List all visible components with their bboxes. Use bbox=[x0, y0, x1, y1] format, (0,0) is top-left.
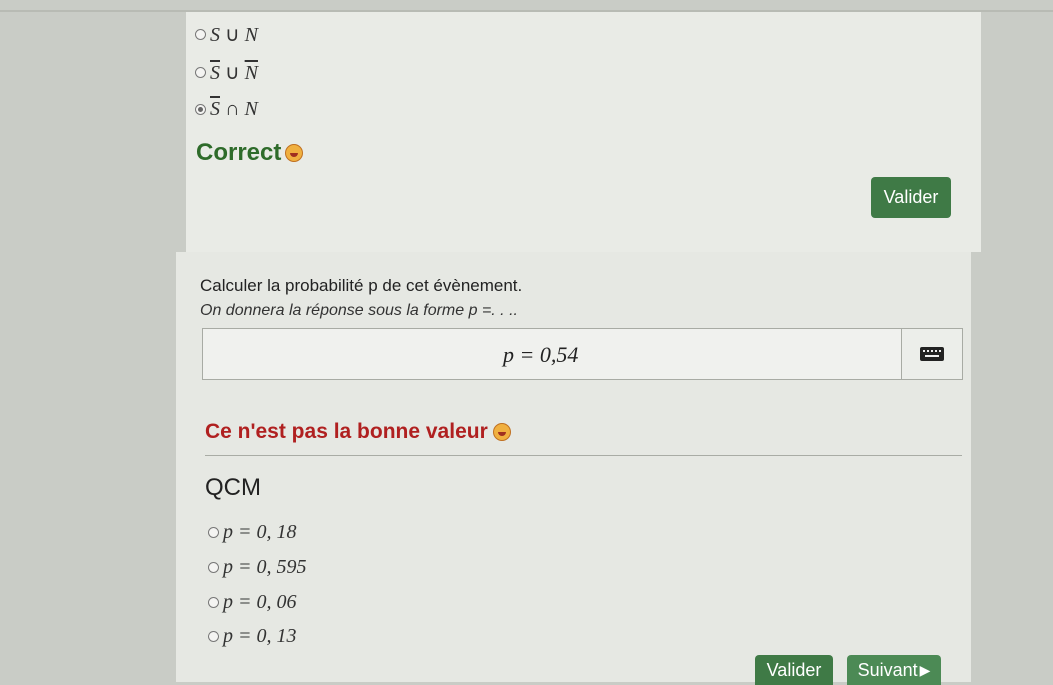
qcm-title: QCM bbox=[205, 474, 261, 501]
radio-button[interactable] bbox=[208, 527, 219, 538]
qcm-option-3[interactable]: p = 0, 06 bbox=[208, 591, 297, 614]
hint-text: On donnera la réponse sous la forme p =.… bbox=[200, 302, 518, 319]
radio-button[interactable] bbox=[195, 67, 206, 78]
radio-button[interactable] bbox=[208, 562, 219, 573]
feedback-correct: Correct bbox=[196, 139, 304, 167]
option-union[interactable]: S ∪ N bbox=[195, 22, 258, 47]
option-label: p = 0, 18 bbox=[223, 521, 297, 543]
radio-button[interactable] bbox=[208, 597, 219, 608]
smiley-icon bbox=[285, 144, 304, 162]
divider bbox=[205, 455, 962, 456]
next-button[interactable]: Suivant ▶ bbox=[847, 655, 941, 685]
qcm-option-2[interactable]: p = 0, 595 bbox=[208, 556, 307, 579]
option-label: p = 0, 13 bbox=[223, 625, 297, 647]
smiley-icon bbox=[492, 423, 511, 441]
qcm-option-1[interactable]: p = 0, 18 bbox=[208, 521, 297, 544]
validate-button[interactable]: Valider bbox=[871, 177, 951, 218]
play-arrow-icon: ▶ bbox=[919, 661, 931, 678]
virtual-keyboard-button[interactable] bbox=[902, 328, 963, 380]
next-label: Suivant bbox=[857, 659, 918, 680]
keyboard-icon bbox=[920, 347, 944, 361]
question-text: Calculer la probabilité p de cet évèneme… bbox=[200, 276, 523, 295]
radio-button-selected[interactable] bbox=[195, 104, 206, 115]
option-label: S ∩ N bbox=[210, 98, 258, 120]
option-label: p = 0, 595 bbox=[223, 556, 307, 578]
option-complement-union[interactable]: S ∪ N bbox=[195, 60, 258, 85]
radio-button[interactable] bbox=[208, 631, 219, 642]
exercise-panel-part1 bbox=[186, 12, 981, 252]
option-label: p = 0, 06 bbox=[223, 591, 297, 613]
option-label: S ∪ N bbox=[210, 62, 258, 84]
feedback-wrong: Ce n'est pas la bonne valeur bbox=[205, 420, 511, 444]
qcm-option-4[interactable]: p = 0, 13 bbox=[208, 625, 297, 648]
answer-input[interactable]: p = 0,54 bbox=[202, 328, 902, 380]
option-complement-intersection[interactable]: S ∩ N bbox=[195, 98, 258, 121]
radio-button[interactable] bbox=[195, 29, 206, 40]
qcm-validate-button[interactable]: Valider bbox=[755, 655, 833, 685]
answer-value: p = 0,54 bbox=[503, 342, 579, 367]
option-label: S ∪ N bbox=[210, 24, 258, 46]
